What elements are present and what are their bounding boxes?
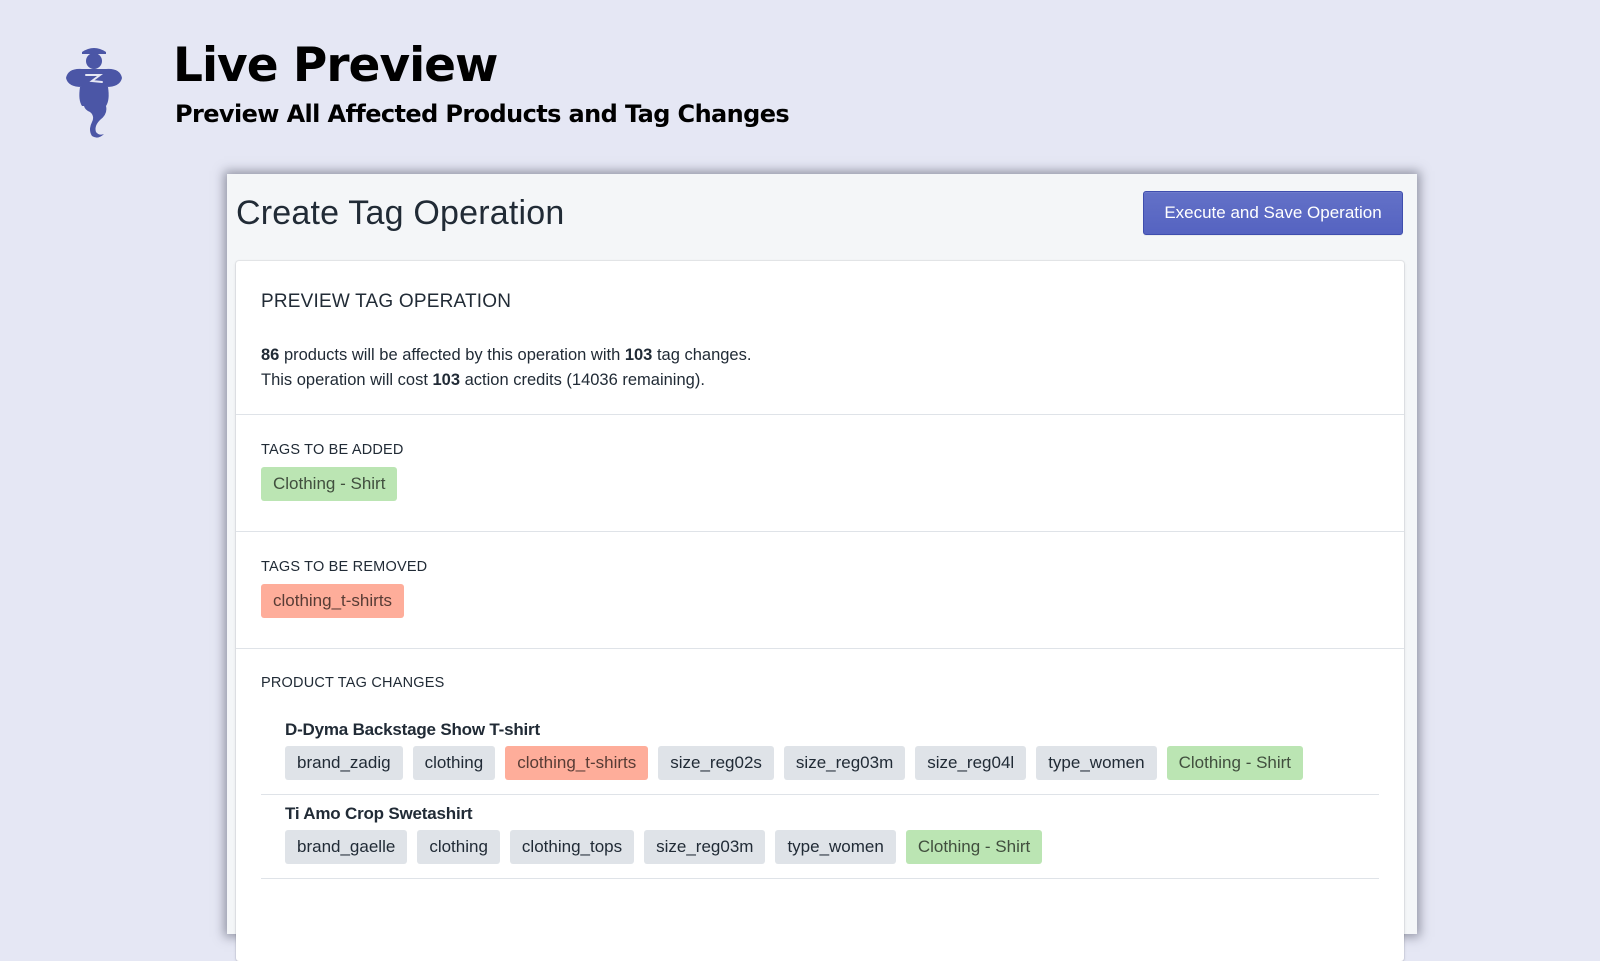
tag: size_reg03m: [783, 746, 906, 780]
preview-heading: PREVIEW TAG OPERATION: [261, 291, 512, 312]
tag: size_reg03m: [644, 830, 766, 864]
summary-text: action credits (14036 remaining).: [460, 371, 705, 389]
tag: brand_zadig: [285, 746, 403, 780]
tag: clothing: [417, 830, 500, 864]
tag: clothing_tops: [509, 830, 635, 864]
product-row: Ti Amo Crop Swetashirt brand_gaelle clothi…: [261, 795, 1379, 879]
product-name: D-Dyma Backstage Show T-shirt: [285, 720, 540, 739]
product-list: D-Dyma Backstage Show T-shirt brand_zadig…: [261, 711, 1379, 879]
product-tag-changes-section: PRODUCT TAG CHANGES D-Dyma Backstage Sho…: [236, 648, 1404, 879]
operation-summary: 86 products will be affected by this ope…: [261, 343, 1379, 393]
tag-added: Clothing - Shirt: [261, 467, 398, 501]
tags-removed-list: clothing_t-shirts: [261, 584, 1379, 618]
summary-text: products will be affected by this operat…: [279, 346, 625, 364]
genie-icon: [66, 48, 122, 138]
tags-removed-section: TAGS TO BE REMOVED clothing_t-shirts: [236, 531, 1404, 648]
tag: type_women: [1036, 746, 1157, 780]
summary-text: This operation will cost: [261, 371, 433, 389]
tag: brand_gaelle: [285, 830, 408, 864]
tag: size_reg02s: [658, 746, 774, 780]
tag: type_women: [775, 830, 896, 864]
tags-added-list: Clothing - Shirt: [261, 467, 1379, 501]
tag-removed: clothing_t-shirts: [505, 746, 649, 780]
execute-and-save-button[interactable]: Execute and Save Operation: [1143, 191, 1403, 235]
tags-added-heading: TAGS TO BE ADDED: [261, 442, 404, 458]
hero-banner: Live Preview Preview All Affected Produc…: [0, 0, 1600, 160]
product-name: Ti Amo Crop Swetashirt: [285, 804, 473, 823]
tags-added-section: TAGS TO BE ADDED Clothing - Shirt: [236, 414, 1404, 531]
tag-added: Clothing - Shirt: [1166, 746, 1304, 780]
summary-text: tag changes.: [652, 346, 752, 364]
hero-subtitle: Preview All Affected Products and Tag Ch…: [175, 100, 790, 128]
app-window: Create Tag Operation Execute and Save Op…: [227, 174, 1417, 961]
tag: size_reg04l: [915, 746, 1027, 780]
summary-line-affected: 86 products will be affected by this ope…: [261, 343, 1379, 368]
product-tag-list: brand_gaelle clothing clothing_tops size_re…: [285, 830, 1355, 864]
product-tag-list: brand_zadig clothing clothing_t-shirts size…: [285, 746, 1355, 780]
tag-removed: clothing_t-shirts: [261, 584, 405, 618]
tag: clothing: [412, 746, 496, 780]
product-row: D-Dyma Backstage Show T-shirt brand_zadig…: [261, 711, 1379, 795]
summary-line-cost: This operation will cost 103 action cred…: [261, 368, 1379, 393]
action-credits-count: 103: [432, 371, 461, 389]
product-changes-heading: PRODUCT TAG CHANGES: [261, 675, 445, 691]
tags-removed-heading: TAGS TO BE REMOVED: [261, 559, 428, 575]
page-title: Create Tag Operation: [236, 194, 565, 232]
products-affected-count: 86: [261, 346, 280, 364]
hero-title: Live Preview: [173, 38, 498, 93]
preview-card: PREVIEW TAG OPERATION 86 products will b…: [236, 261, 1404, 961]
preview-summary-section: PREVIEW TAG OPERATION 86 products will b…: [236, 261, 1404, 414]
tag-changes-count: 103: [624, 346, 653, 364]
tag-added: Clothing - Shirt: [905, 830, 1043, 864]
